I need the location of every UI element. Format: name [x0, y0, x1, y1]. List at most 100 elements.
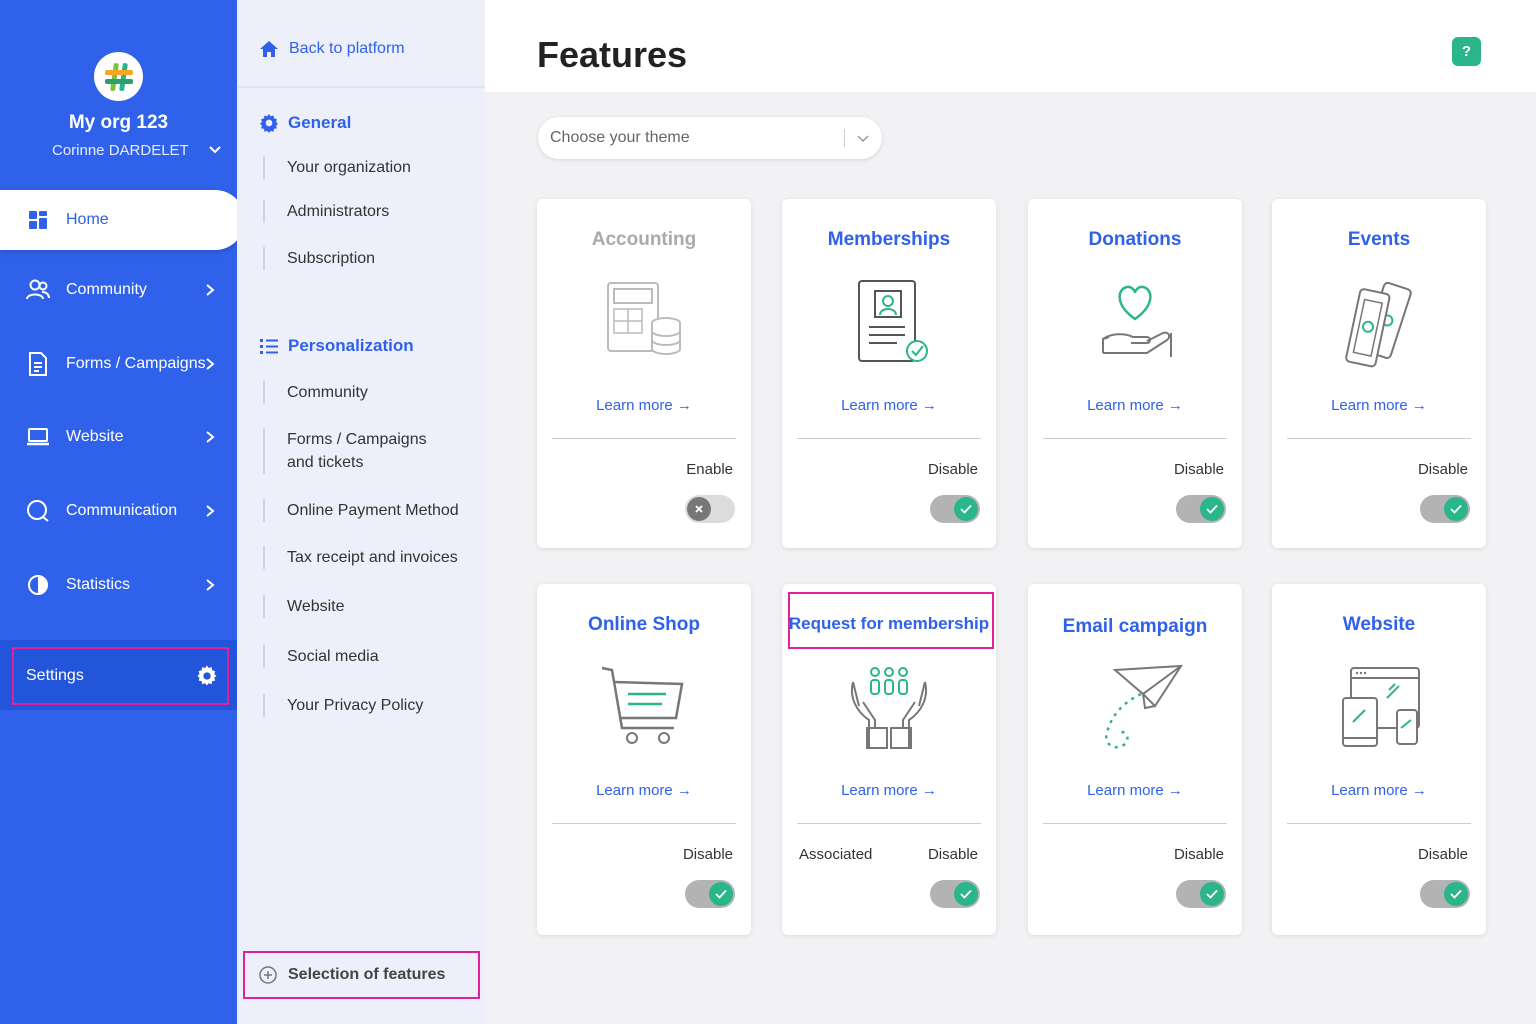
toggle-knob [709, 882, 733, 906]
learn-more-link[interactable]: Learn more → [1028, 782, 1242, 799]
top-bar: Features ? [485, 0, 1536, 92]
general-section-title: General [259, 113, 351, 133]
card-status-label: Disable [927, 461, 978, 478]
chevron-right-icon [206, 358, 215, 370]
learn-more-link[interactable]: Learn more → [1272, 397, 1486, 414]
nav-website[interactable]: Website [0, 412, 237, 462]
laptop-icon [26, 425, 50, 449]
card-status-label: Disable [1417, 461, 1468, 478]
submenu-item-forms-campaigns-tickets[interactable]: Forms / Campaigns and tickets [263, 428, 453, 474]
selection-of-features-link[interactable]: Selection of features [243, 951, 480, 999]
general-title-label: General [288, 113, 352, 132]
calculator-icon [607, 282, 681, 355]
card-title: Email campaign [1062, 616, 1208, 637]
card-divider [1043, 823, 1227, 824]
personalization-title-label: Personalization [288, 336, 414, 355]
nav-community-label: Community [66, 281, 147, 298]
nav-statistics-label: Statistics [66, 576, 131, 593]
card-status-label: Disable [682, 846, 733, 863]
heart-hand-icon [1102, 285, 1172, 357]
help-button[interactable]: ? [1452, 37, 1481, 66]
nav-home[interactable]: Home [0, 190, 245, 250]
pie-chart-icon [26, 573, 50, 597]
submenu-item-administrators[interactable]: Administrators [263, 200, 473, 223]
settings-submenu: Back to platform General Your organizati… [237, 0, 485, 1024]
dashboard-icon [26, 208, 50, 232]
theme-select[interactable]: Choose your theme [538, 117, 882, 159]
chat-icon [26, 499, 50, 523]
settings-label: Settings [26, 667, 84, 684]
nav-statistics[interactable]: Statistics [0, 560, 237, 610]
gear-icon [259, 113, 279, 133]
cart-icon [601, 666, 684, 744]
feature-toggle[interactable] [1420, 495, 1470, 523]
submenu-item-privacy-policy[interactable]: Your Privacy Policy [263, 694, 473, 717]
back-to-platform-link[interactable]: Back to platform [237, 0, 485, 88]
card-status-label: Disable [1417, 846, 1468, 863]
card-divider [1287, 823, 1471, 824]
highlight-box [788, 592, 994, 649]
nav-settings[interactable]: Settings [12, 647, 229, 705]
users-icon [26, 278, 50, 302]
submenu-item-your-organization[interactable]: Your organization [263, 156, 473, 179]
list-icon [259, 336, 279, 356]
feature-toggle[interactable] [930, 495, 980, 523]
people-hands-icon [851, 667, 927, 749]
chevron-right-icon [206, 284, 215, 296]
nav-communication-label: Communication [66, 502, 178, 519]
learn-more-link[interactable]: Learn more → [782, 782, 996, 799]
learn-more-link[interactable]: Learn more → [537, 397, 751, 414]
feature-toggle[interactable] [1176, 495, 1226, 523]
feature-card-memberships: Memberships Learn more → Disable [782, 199, 996, 548]
toggle-knob [1200, 497, 1224, 521]
learn-more-link[interactable]: Learn more → [1028, 397, 1242, 414]
card-divider [552, 823, 736, 824]
feature-toggle[interactable] [1420, 880, 1470, 908]
submenu-item-online-payment[interactable]: Online Payment Method [263, 499, 473, 522]
chevron-right-icon [206, 579, 215, 591]
learn-more-link[interactable]: Learn more → [1272, 782, 1486, 799]
card-title: Website [1342, 614, 1416, 635]
submenu-item-community[interactable]: Community [263, 381, 473, 404]
toggle-knob [1444, 882, 1468, 906]
card-title: Accounting [591, 229, 697, 250]
feature-card-donations: Donations Learn more → Disable [1028, 199, 1242, 548]
check-icon [1206, 504, 1218, 514]
membership-card-icon [858, 280, 928, 362]
personalization-section-title: Personalization [259, 336, 414, 356]
learn-more-link[interactable]: Learn more → [537, 782, 751, 799]
toggle-knob [954, 497, 978, 521]
submenu-item-tax-receipt[interactable]: Tax receipt and invoices [263, 546, 473, 569]
home-icon [260, 41, 278, 57]
chevron-down-icon [857, 135, 869, 143]
card-divider [797, 438, 981, 439]
nav-community[interactable]: Community [0, 265, 237, 315]
card-status-label: Disable [1173, 461, 1224, 478]
toggle-knob [1200, 882, 1224, 906]
document-icon [26, 352, 50, 376]
feature-toggle[interactable] [930, 880, 980, 908]
nav-communication[interactable]: Communication [0, 486, 237, 536]
card-status-label: Disable [927, 846, 978, 863]
chevron-right-icon [206, 431, 215, 443]
submenu-item-subscription[interactable]: Subscription [263, 247, 473, 270]
feature-toggle[interactable] [685, 880, 735, 908]
org-logo[interactable] [94, 52, 143, 101]
card-status-label: Enable [686, 461, 733, 478]
learn-more-link[interactable]: Learn more → [782, 397, 996, 414]
theme-select-placeholder: Choose your theme [550, 129, 690, 146]
toggle-knob [687, 497, 711, 521]
submenu-item-social-media[interactable]: Social media [263, 645, 473, 668]
gear-icon [197, 665, 217, 686]
nav-forms-campaigns[interactable]: Forms / Campaigns [0, 339, 237, 389]
card-divider [1287, 438, 1471, 439]
toggle-knob [954, 882, 978, 906]
feature-toggle[interactable] [1176, 880, 1226, 908]
feature-toggle[interactable] [685, 495, 735, 523]
submenu-item-website[interactable]: Website [263, 595, 473, 618]
chevron-down-icon[interactable] [208, 143, 222, 157]
paper-plane-icon [1104, 664, 1183, 749]
feature-card-accounting: Accounting Learn more → Enable [537, 199, 751, 548]
toggle-knob [1444, 497, 1468, 521]
card-title: Donations [1088, 229, 1182, 250]
